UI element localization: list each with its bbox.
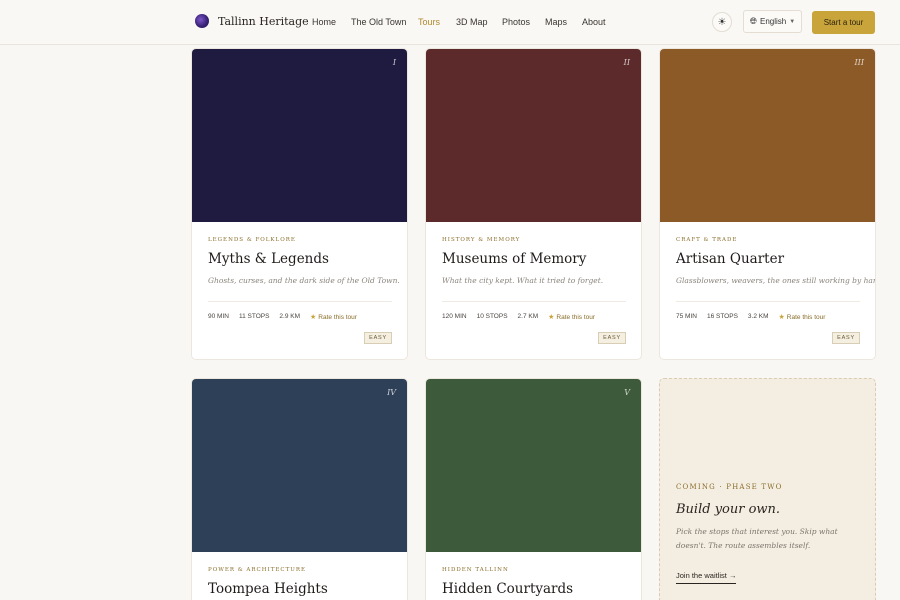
tour-distance: 2.9 KM — [279, 313, 301, 320]
tour-numeral: III — [854, 58, 864, 67]
tour-card-myths-legends[interactable]: I Legends & Folklore Myths & Legends Gho… — [191, 48, 408, 360]
tour-title: Myths & Legends — [208, 251, 329, 267]
chevron-down-icon: ▼ — [789, 18, 796, 25]
card-divider — [442, 301, 626, 302]
tour-duration: 75 MIN — [676, 313, 697, 320]
tour-hero-image — [660, 49, 875, 222]
tour-stops: 10 STOPS — [476, 313, 508, 320]
difficulty-badge: EASY — [598, 332, 626, 344]
tour-description: What the city kept. What it tried to for… — [442, 276, 604, 285]
tour-duration: 120 MIN — [442, 313, 467, 320]
rate-tour-label: Rate this tour — [556, 314, 596, 321]
difficulty-badge: EASY — [364, 332, 392, 344]
start-tour-button[interactable]: Start a tour — [812, 11, 875, 34]
tour-category: Power & Architecture — [208, 567, 307, 573]
tour-category: Legends & Folklore — [208, 237, 296, 243]
tour-numeral: IV — [387, 388, 396, 397]
tour-stops: 16 STOPS — [706, 313, 738, 320]
star-icon: ★ — [548, 314, 555, 321]
tour-card-artisan-quarter[interactable]: III Craft & Trade Artisan Quarter Glassb… — [659, 48, 876, 360]
rate-tour-button[interactable]: ★ Rate this tour — [548, 313, 595, 321]
tour-hero-image — [192, 379, 407, 552]
difficulty-badge: EASY — [832, 332, 860, 344]
tour-title: Museums of Memory — [442, 251, 587, 267]
tour-card-toompea-heights[interactable]: IV Power & Architecture Toompea Heights — [191, 378, 408, 600]
tour-distance: 3.2 KM — [747, 313, 769, 320]
tour-stats: 120 MIN 10 STOPS 2.7 KM ★ Rate this tour — [442, 313, 595, 321]
brand-name[interactable]: Tallinn Heritage — [218, 15, 309, 28]
nav-about[interactable]: About — [582, 17, 606, 27]
tour-title: Hidden Courtyards — [442, 581, 574, 597]
star-icon: ★ — [310, 314, 317, 321]
tour-title: Artisan Quarter — [676, 251, 785, 267]
tour-description: Glassblowers, weavers, the ones still wo… — [676, 276, 876, 285]
tour-card-hidden-courtyards[interactable]: V Hidden Tallinn Hidden Courtyards — [425, 378, 642, 600]
brand-logo-icon[interactable] — [195, 14, 209, 28]
tour-description: Ghosts, curses, and the dark side of the… — [208, 276, 400, 285]
build-your-own-card: Coming · Phase Two Build your own. Pick … — [659, 378, 876, 600]
tour-numeral: V — [624, 388, 630, 397]
theme-toggle-button[interactable]: ☀ — [712, 12, 732, 32]
sun-icon: ☀ — [717, 16, 727, 28]
top-navigation-bar: Tallinn Heritage Home The Old Town Tours… — [0, 0, 900, 45]
join-waitlist-link[interactable]: Join the waitlist → — [676, 571, 737, 584]
nav-tours[interactable]: Tours — [418, 17, 440, 27]
nav-home[interactable]: Home — [312, 17, 336, 27]
globe-icon: 🌐︎ — [749, 16, 757, 26]
coming-soon-body: Pick the stops that interest you. Skip w… — [676, 527, 838, 550]
tour-category: History & Memory — [442, 237, 521, 243]
nav-3d-map[interactable]: 3D Map — [456, 17, 488, 27]
tour-stops: 11 STOPS — [238, 313, 270, 320]
card-divider — [208, 301, 392, 302]
tour-category: Craft & Trade — [676, 237, 738, 243]
nav-old-town[interactable]: The Old Town — [351, 17, 406, 27]
tour-numeral: II — [623, 58, 630, 67]
tour-title: Toompea Heights — [208, 581, 328, 597]
coming-soon-eyebrow: Coming · Phase Two — [676, 483, 783, 491]
tour-numeral: I — [392, 58, 396, 67]
tour-hero-image — [426, 49, 641, 222]
tour-stats: 90 MIN 11 STOPS 2.9 KM ★ Rate this tour — [208, 313, 357, 321]
tour-card-museums-memory[interactable]: II History & Memory Museums of Memory Wh… — [425, 48, 642, 360]
tour-hero-image — [192, 49, 407, 222]
card-divider — [676, 301, 860, 302]
coming-soon-heading: Build your own. — [676, 502, 781, 517]
star-icon: ★ — [778, 314, 785, 321]
tour-category: Hidden Tallinn — [442, 567, 509, 573]
nav-maps[interactable]: Maps — [545, 17, 567, 27]
language-label: English — [760, 17, 787, 26]
nav-photos[interactable]: Photos — [502, 17, 530, 27]
tour-distance: 2.7 KM — [517, 313, 539, 320]
tour-stats: 75 MIN 16 STOPS 3.2 KM ★ Rate this tour — [676, 313, 825, 321]
rate-tour-button[interactable]: ★ Rate this tour — [310, 313, 357, 321]
language-selector[interactable]: 🌐︎ English ▼ — [743, 10, 802, 33]
rate-tour-button[interactable]: ★ Rate this tour — [779, 313, 826, 321]
tour-duration: 90 MIN — [208, 313, 229, 320]
tour-hero-image — [426, 379, 641, 552]
rate-tour-label: Rate this tour — [318, 314, 357, 321]
rate-tour-label: Rate this tour — [786, 314, 826, 321]
